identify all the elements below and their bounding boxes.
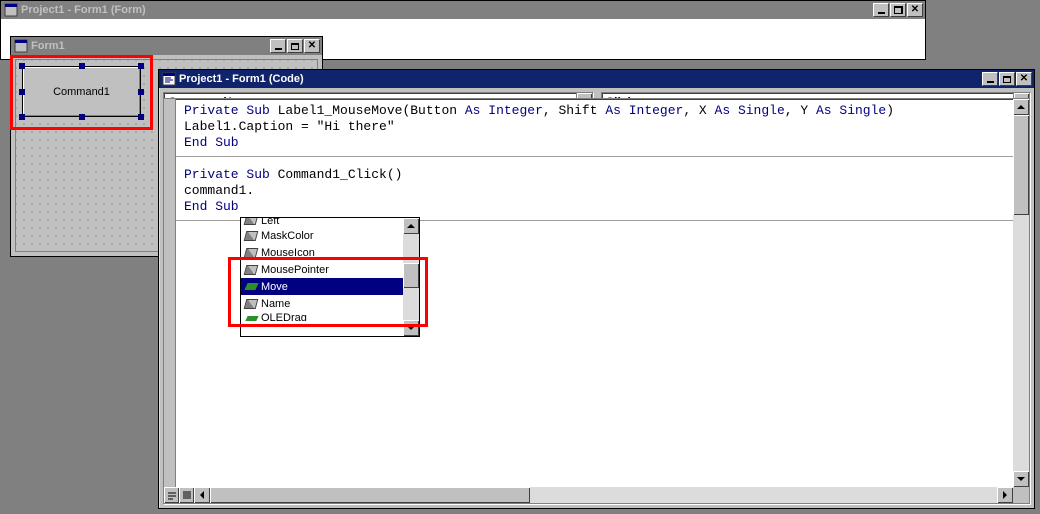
form-designer-title: Form1 [31, 40, 269, 52]
intellisense-label: MousePointer [261, 264, 329, 276]
scroll-down-button[interactable] [403, 320, 419, 336]
intellisense-item[interactable]: MousePointer [241, 261, 403, 278]
property-icon [243, 263, 259, 277]
minimize-button[interactable] [982, 72, 998, 86]
project-window-titlebar[interactable]: Project1 - Form1 (Form) ✕ [1, 1, 925, 19]
maximize-button[interactable] [999, 72, 1015, 86]
close-button[interactable]: ✕ [1016, 72, 1032, 86]
intellisense-label: MouseIcon [261, 247, 315, 259]
property-icon [243, 246, 259, 260]
method-icon [243, 280, 259, 294]
resize-handle[interactable] [138, 114, 144, 120]
full-module-view-button[interactable] [179, 487, 194, 503]
horizontal-scrollbar[interactable] [194, 487, 1013, 503]
resize-handle[interactable] [138, 63, 144, 69]
intellisense-item[interactable]: MaskColor [241, 227, 403, 244]
intellisense-item[interactable]: OLEDrag [241, 312, 403, 321]
selected-control[interactable]: Command1 [22, 66, 141, 117]
code-gutter [164, 99, 176, 487]
code-window-titlebar[interactable]: Project1 - Form1 (Code) ✕ [159, 70, 1034, 88]
vb-form-icon [14, 39, 28, 53]
intellisense-item-selected[interactable]: Move [241, 278, 403, 295]
scroll-thumb[interactable] [1013, 115, 1029, 215]
command-button[interactable]: Command1 [22, 66, 141, 117]
minimize-button[interactable] [270, 39, 286, 53]
scroll-left-button[interactable] [194, 487, 210, 503]
scroll-right-button[interactable] [997, 487, 1013, 503]
resize-handle[interactable] [79, 63, 85, 69]
property-icon [243, 218, 259, 227]
code-text[interactable]: Private Sub Label1_MouseMove(Button As I… [184, 103, 1013, 215]
property-icon [243, 229, 259, 243]
procedure-separator [176, 156, 1013, 157]
intellisense-label: OLEDrag [261, 312, 307, 321]
resize-handle[interactable] [138, 89, 144, 95]
intellisense-label: MaskColor [261, 230, 314, 242]
resize-handle[interactable] [19, 114, 25, 120]
close-button[interactable]: ✕ [304, 39, 320, 53]
property-icon [243, 297, 259, 311]
intellisense-item[interactable]: MouseIcon [241, 244, 403, 261]
intellisense-label: Left [261, 218, 279, 227]
method-icon [243, 312, 259, 321]
intellisense-item[interactable]: Name [241, 295, 403, 312]
vb-form-icon [4, 3, 18, 17]
command-button-label: Command1 [53, 86, 110, 98]
scroll-up-button[interactable] [403, 218, 419, 234]
intellisense-list[interactable]: Left MaskColor MouseIcon MousePointer Mo… [241, 218, 403, 336]
intellisense-label: Name [261, 298, 290, 310]
restore-button[interactable] [890, 3, 906, 17]
form-designer-titlebar[interactable]: Form1 ✕ [11, 37, 322, 55]
project-window-title: Project1 - Form1 (Form) [21, 4, 872, 16]
intellisense-label: Move [261, 281, 288, 293]
scroll-up-button[interactable] [1013, 99, 1029, 115]
resize-handle[interactable] [19, 63, 25, 69]
intellisense-scrollbar[interactable] [403, 218, 419, 336]
procedure-view-button[interactable] [164, 487, 179, 503]
close-button[interactable]: ✕ [907, 3, 923, 17]
code-window-title: Project1 - Form1 (Code) [179, 73, 981, 85]
vb-code-icon [162, 72, 176, 86]
scroll-thumb[interactable] [210, 487, 530, 503]
vertical-scrollbar[interactable] [1013, 99, 1029, 487]
scroll-down-button[interactable] [1013, 471, 1029, 487]
intellisense-item[interactable]: Left [241, 218, 403, 227]
scroll-thumb[interactable] [403, 263, 419, 288]
intellisense-popup[interactable]: Left MaskColor MouseIcon MousePointer Mo… [240, 217, 420, 337]
resize-handle[interactable] [79, 114, 85, 120]
maximize-button[interactable] [287, 39, 303, 53]
resize-handle[interactable] [19, 89, 25, 95]
minimize-button[interactable] [873, 3, 889, 17]
scrollbar-corner [1013, 487, 1029, 503]
